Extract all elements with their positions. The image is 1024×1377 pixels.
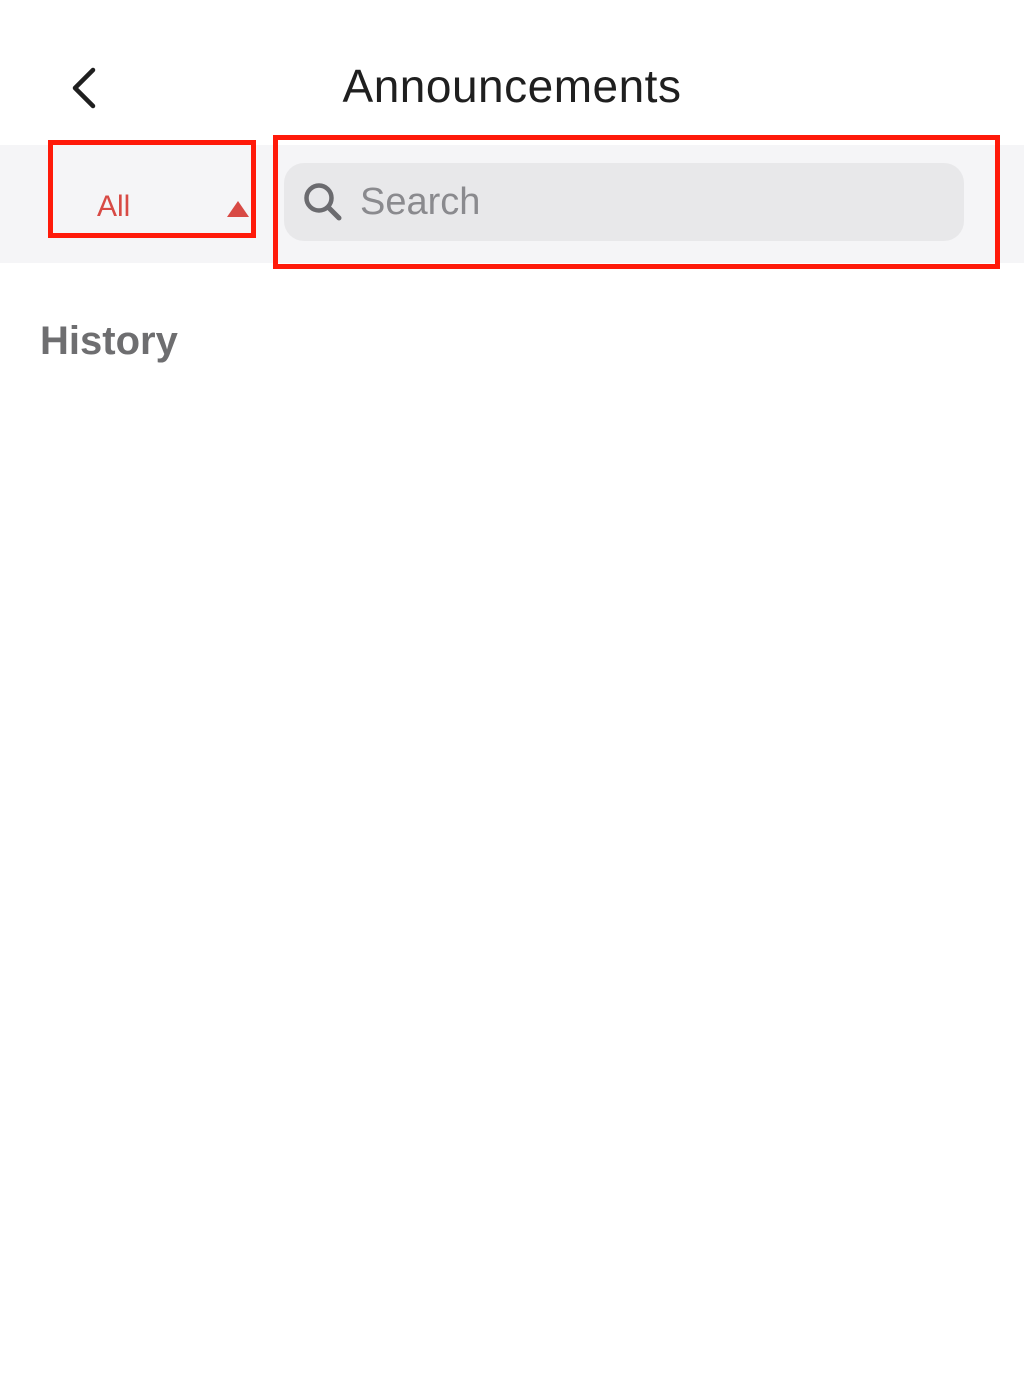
history-section-title: History: [40, 319, 178, 363]
filter-selected-label: All: [97, 190, 131, 223]
search-bar[interactable]: [284, 163, 964, 241]
filter-dropdown[interactable]: All: [48, 140, 256, 238]
search-icon: [304, 183, 342, 221]
header-bar: Announcements: [0, 0, 1024, 145]
announcements-screen: Announcements All History: [0, 0, 1024, 1377]
page-title: Announcements: [342, 60, 682, 112]
search-input[interactable]: [360, 173, 940, 231]
triangle-up-icon: [227, 201, 249, 217]
